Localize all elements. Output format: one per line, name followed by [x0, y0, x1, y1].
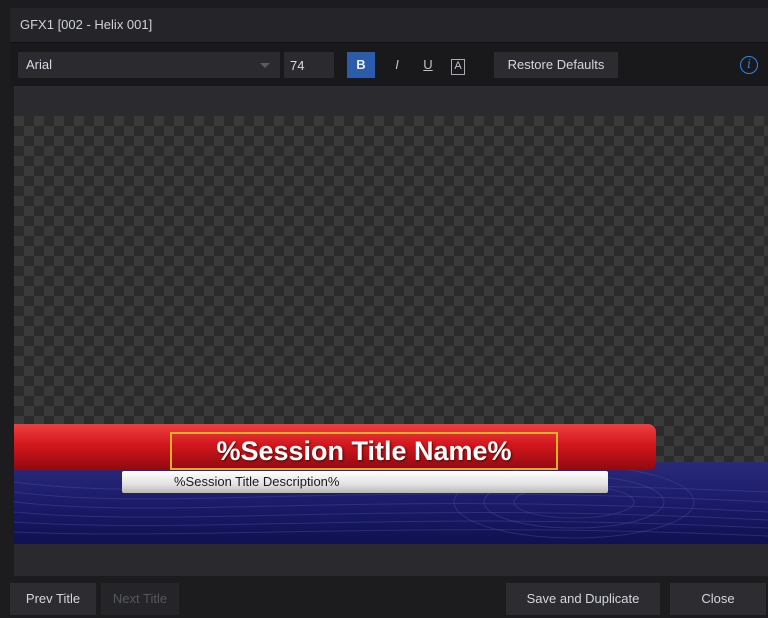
font-size-value: 74 [290, 58, 305, 73]
preview-bottom-margin [14, 544, 768, 576]
underline-button[interactable]: U [416, 52, 440, 78]
session-description-text[interactable]: %Session Title Description% [174, 474, 339, 489]
font-size-field[interactable]: 74 [284, 52, 334, 78]
close-button[interactable]: Close [670, 583, 766, 615]
next-title-button[interactable]: Next Title [101, 583, 179, 615]
title-preview-canvas: %Session Title Name% %Session Title Desc… [14, 116, 768, 544]
chevron-down-icon [260, 63, 270, 68]
text-background-button[interactable]: A [446, 52, 470, 78]
title-editor-window: GFX1 [002 - Helix 001] Arial 74 B I U A … [0, 0, 768, 618]
font-family-value: Arial [26, 57, 53, 72]
font-family-dropdown[interactable]: Arial [18, 52, 280, 78]
dialog-footer: Prev Title Next Title Save and Duplicate… [0, 580, 768, 618]
window-title: GFX1 [002 - Helix 001] [20, 17, 153, 32]
info-icon[interactable]: i [740, 56, 758, 74]
text-format-toolbar: Arial 74 B I U A Restore Defaults i [10, 43, 768, 86]
text-background-icon: A [451, 59, 465, 75]
window-title-bar: GFX1 [002 - Helix 001] [10, 8, 768, 43]
prev-title-button[interactable]: Prev Title [10, 583, 96, 615]
session-title-text[interactable]: %Session Title Name% [170, 432, 558, 470]
preview-top-margin [14, 86, 768, 116]
italic-button[interactable]: I [385, 52, 409, 78]
lower-third-graphic: %Session Title Name% %Session Title Desc… [14, 422, 768, 544]
save-and-duplicate-button[interactable]: Save and Duplicate [506, 583, 660, 615]
restore-defaults-button[interactable]: Restore Defaults [494, 52, 618, 78]
bold-button[interactable]: B [347, 52, 375, 78]
